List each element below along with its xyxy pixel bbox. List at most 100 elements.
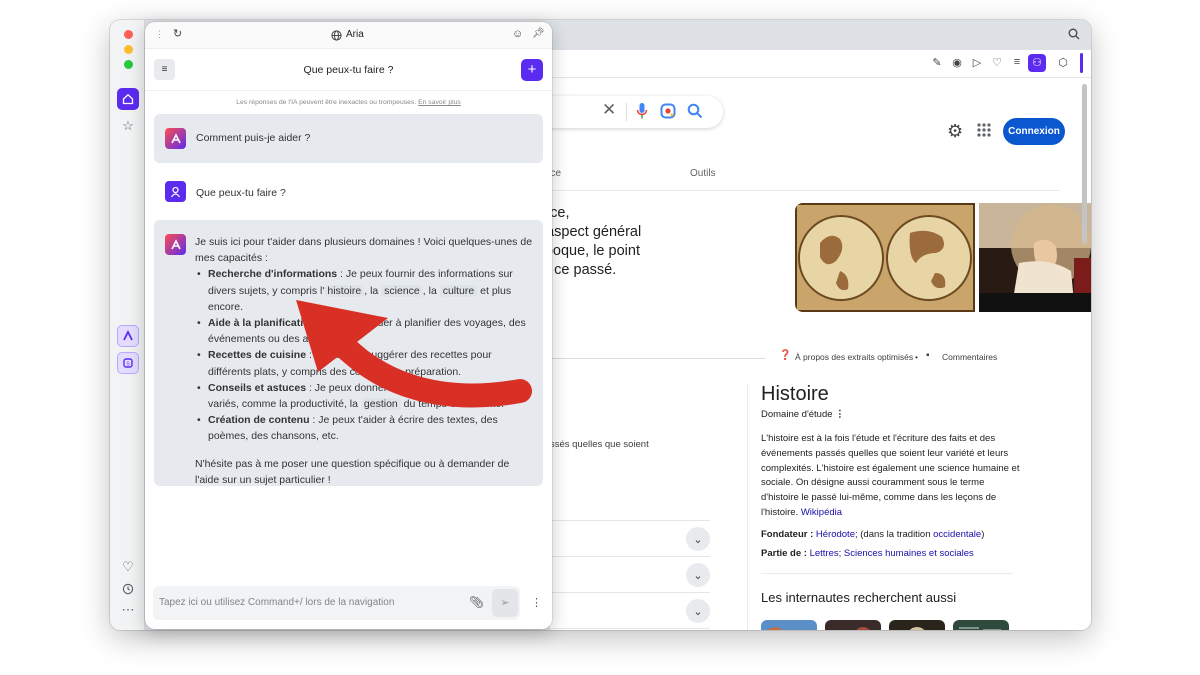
toolbar-edge xyxy=(1080,53,1083,73)
disclaimer-link[interactable]: En savoir plus xyxy=(418,99,461,106)
related-thumb[interactable] xyxy=(953,620,1009,630)
panel-title-bar: ⋮ ↻ Aria ☺ 📌︎ xyxy=(145,22,552,49)
chat-header: ≡ Que peux-tu faire ? + xyxy=(145,49,552,91)
capabilities-list: Recherche d'informations : Je peux fourn… xyxy=(196,266,535,444)
vpn-app-icon[interactable]: S xyxy=(117,352,139,374)
question-row[interactable]: ⌄ xyxy=(550,557,710,593)
body-text-fragment: s passés quelles que soient xyxy=(550,439,649,450)
play-icon[interactable]: ▷ xyxy=(970,56,984,70)
feedback-icon: ▪ xyxy=(926,350,930,361)
heart-toolbar-icon[interactable]: ♡ xyxy=(990,56,1004,70)
send-button[interactable]: ➢ xyxy=(492,589,518,617)
new-chat-button[interactable]: + xyxy=(521,59,543,81)
cube-icon[interactable]: ⬡ xyxy=(1056,56,1070,70)
chat-input[interactable]: Tapez ici ou utilisez Command+/ lors de … xyxy=(153,586,520,620)
chevron-down-icon[interactable]: ⌄ xyxy=(686,527,710,551)
list-item: Création de contenu : Je peux t'aider à … xyxy=(196,412,535,444)
page-scrollbar[interactable] xyxy=(1082,84,1087,244)
mic-icon[interactable] xyxy=(636,102,648,125)
profile-icon[interactable]: ⚇ xyxy=(1028,54,1046,72)
reply-body: Je suis ici pour t'aider dans plusieurs … xyxy=(195,234,535,488)
snippet-line: n aspect général xyxy=(550,224,642,240)
left-sidebar: ☆ S ♡ ⋯ xyxy=(110,20,145,630)
tabs-divider xyxy=(550,190,1060,191)
kp-also-search-title: Les internautes recherchent aussi xyxy=(761,589,957,605)
user-avatar-icon xyxy=(165,181,186,202)
kp-founder-link[interactable]: Hérodote xyxy=(816,529,855,540)
assistant-greeting: Comment puis-je aider ? xyxy=(154,114,543,163)
question-row[interactable]: ⌄ xyxy=(550,629,710,630)
apps-grid-icon[interactable] xyxy=(977,123,991,142)
snippet-line: ence, xyxy=(550,205,570,221)
question-row[interactable]: ⌄ xyxy=(550,521,710,557)
topic-chip: science xyxy=(381,284,423,297)
input-more-icon[interactable]: ⋮ xyxy=(531,596,542,609)
kp-part-link-b[interactable]: Sciences humaines et sociales xyxy=(844,548,974,559)
camera-icon[interactable]: ◉ xyxy=(950,56,964,70)
heart-icon[interactable]: ♡ xyxy=(117,556,139,578)
globe-icon xyxy=(331,28,342,46)
minimize-window-dot[interactable] xyxy=(124,45,133,54)
signin-button[interactable]: Connexion xyxy=(1003,118,1065,145)
settings-gear-icon[interactable]: ⚙ xyxy=(947,121,963,142)
attach-icon[interactable]: 📎︎ xyxy=(469,595,484,609)
aria-logo-icon xyxy=(165,128,186,149)
help-circle-icon: ❓ xyxy=(779,350,792,361)
kp-source-link[interactable]: Wikipédia xyxy=(801,507,842,518)
tab-tools[interactable]: Outils xyxy=(690,168,716,179)
more-icon[interactable]: ⋯ xyxy=(117,599,139,621)
topic-chip: culture xyxy=(439,284,478,297)
zoom-window-dot[interactable] xyxy=(124,60,133,69)
emoji-icon[interactable]: ☺ xyxy=(512,28,523,40)
world-map-image[interactable] xyxy=(795,203,975,312)
disclaimer: Les réponses de l'IA peuvent être inexac… xyxy=(236,99,461,106)
knowledge-panel: Histoire Domaine d'étude ⋮ L'histoire es… xyxy=(761,381,1023,605)
kp-part-of: Partie de : Lettres; Sciences humaines e… xyxy=(761,547,974,559)
lens-icon[interactable] xyxy=(660,103,676,124)
chevron-down-icon[interactable]: ⌄ xyxy=(686,563,710,587)
history-painting-image[interactable] xyxy=(979,203,1091,312)
kp-founder-note-link[interactable]: occidentale xyxy=(933,529,981,540)
bullet-separator: • xyxy=(915,352,918,362)
edit-icon[interactable]: ✎ xyxy=(930,56,944,70)
kp-subtitle: Domaine d'étude ⋮ xyxy=(761,409,845,420)
kp-title: Histoire xyxy=(761,383,829,405)
star-icon[interactable]: ☆ xyxy=(117,115,139,137)
close-window-dot[interactable] xyxy=(124,30,133,39)
pin-icon[interactable]: 📌︎ xyxy=(532,28,545,39)
snippet-feedback-link[interactable]: Commentaires xyxy=(942,352,997,362)
related-thumb[interactable] xyxy=(825,620,881,630)
reply-intro: Je suis ici pour t'aider dans plusieurs … xyxy=(195,236,533,265)
aria-app-icon[interactable] xyxy=(117,325,139,347)
search-box[interactable]: ✕ xyxy=(550,96,723,128)
list-item: Recettes de cuisine : Je peux te suggére… xyxy=(196,347,535,379)
kp-divider-h xyxy=(761,572,1013,574)
question-row[interactable]: ⌄ xyxy=(550,593,710,629)
drag-handle-icon[interactable]: ⋮ xyxy=(155,29,164,40)
kp-divider xyxy=(747,383,748,630)
tab-search-icon[interactable] xyxy=(1068,28,1080,43)
related-thumb[interactable] xyxy=(889,620,945,630)
divider xyxy=(626,103,627,121)
assistant-reply: Je suis ici pour t'aider dans plusieurs … xyxy=(154,220,543,486)
kp-more-icon[interactable]: ⋮ xyxy=(835,409,845,420)
list-item: Recherche d'informations : Je peux fourn… xyxy=(196,266,535,315)
kp-part-link-a[interactable]: Lettres xyxy=(810,548,839,559)
search-icon[interactable] xyxy=(687,103,703,124)
aria-panel: ⋮ ↻ Aria ☺ 📌︎ ≡ Que peux-tu faire ? + Le… xyxy=(145,22,552,629)
topic-chip: gestion xyxy=(360,398,401,411)
user-message-text: Que peux-tu faire ? xyxy=(196,187,286,199)
clock-icon[interactable] xyxy=(117,578,139,600)
greeting-text: Comment puis-je aider ? xyxy=(196,132,311,144)
list-icon[interactable]: ≡ xyxy=(1010,56,1024,70)
snippet-about-link[interactable]: À propos des extraits optimisés xyxy=(795,352,913,362)
related-thumb[interactable] xyxy=(761,620,817,630)
panel-title: Aria xyxy=(346,29,364,40)
clear-search-icon[interactable]: ✕ xyxy=(602,100,616,120)
snippet-line: de ce passé. xyxy=(550,262,617,278)
home-icon[interactable] xyxy=(117,88,139,110)
input-placeholder: Tapez ici ou utilisez Command+/ lors de … xyxy=(159,597,395,608)
chevron-down-icon[interactable]: ⌄ xyxy=(686,599,710,623)
google-results-page: ✕ ⚙ Connexion nce Outils ence, n aspect … xyxy=(550,78,1091,630)
reload-icon[interactable]: ↻ xyxy=(173,27,182,40)
